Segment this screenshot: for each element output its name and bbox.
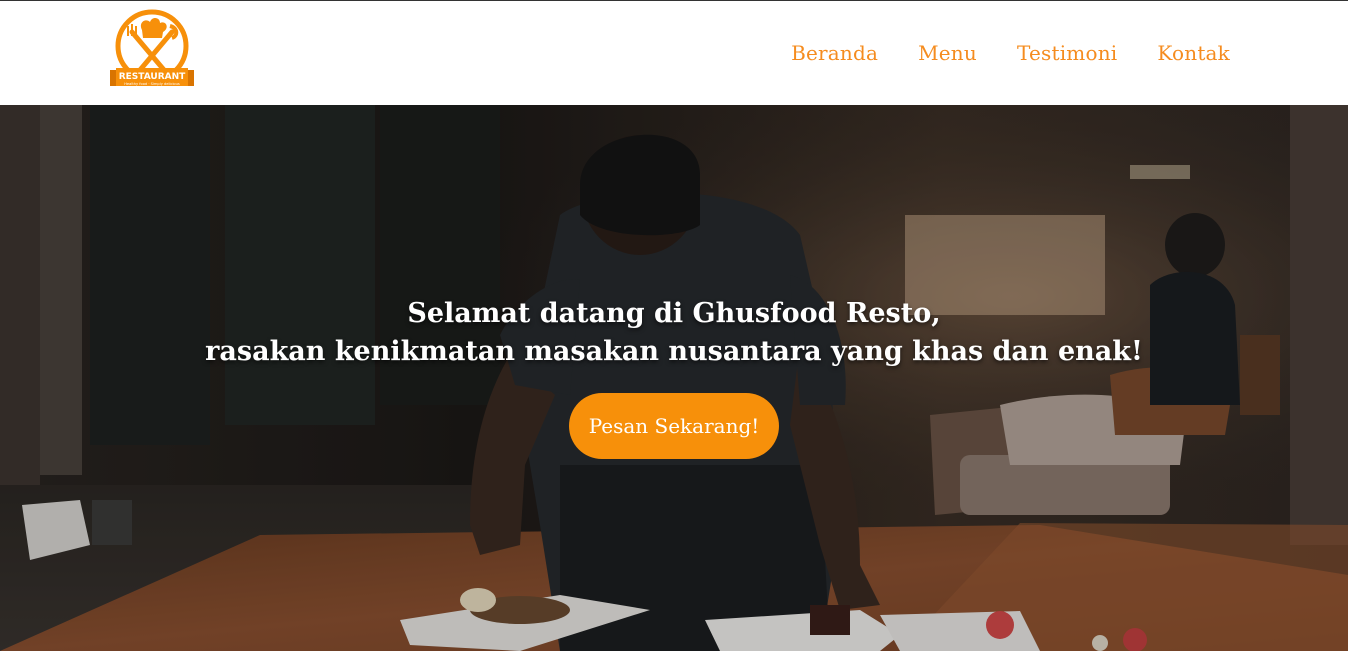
nav-menu[interactable]: Menu xyxy=(918,41,977,65)
chef-hat-fork-knife-icon: RESTAURANT Healthy food · Simply delicio… xyxy=(110,9,194,86)
hero-content: Selamat datang di Ghusfood Resto, rasaka… xyxy=(0,295,1348,459)
hero-title-line1: Selamat datang di Ghusfood Resto, xyxy=(407,298,941,329)
site-header: RESTAURANT Healthy food · Simply delicio… xyxy=(0,1,1348,105)
hero-section: Selamat datang di Ghusfood Resto, rasaka… xyxy=(0,105,1348,651)
restaurant-logo[interactable]: RESTAURANT Healthy food · Simply delicio… xyxy=(108,8,196,92)
hero-title-line2: rasakan kenikmatan masakan nusantara yan… xyxy=(205,336,1143,367)
nav-beranda[interactable]: Beranda xyxy=(791,41,878,65)
nav-kontak[interactable]: Kontak xyxy=(1157,41,1230,65)
order-now-button[interactable]: Pesan Sekarang! xyxy=(568,393,780,459)
hero-title: Selamat datang di Ghusfood Resto, rasaka… xyxy=(0,295,1348,371)
logo-tagline: Healthy food · Simply delicious xyxy=(124,82,180,86)
main-nav: Beranda Menu Testimoni Kontak xyxy=(791,1,1230,105)
nav-testimoni[interactable]: Testimoni xyxy=(1017,41,1117,65)
logo-banner-text: RESTAURANT xyxy=(119,72,186,82)
